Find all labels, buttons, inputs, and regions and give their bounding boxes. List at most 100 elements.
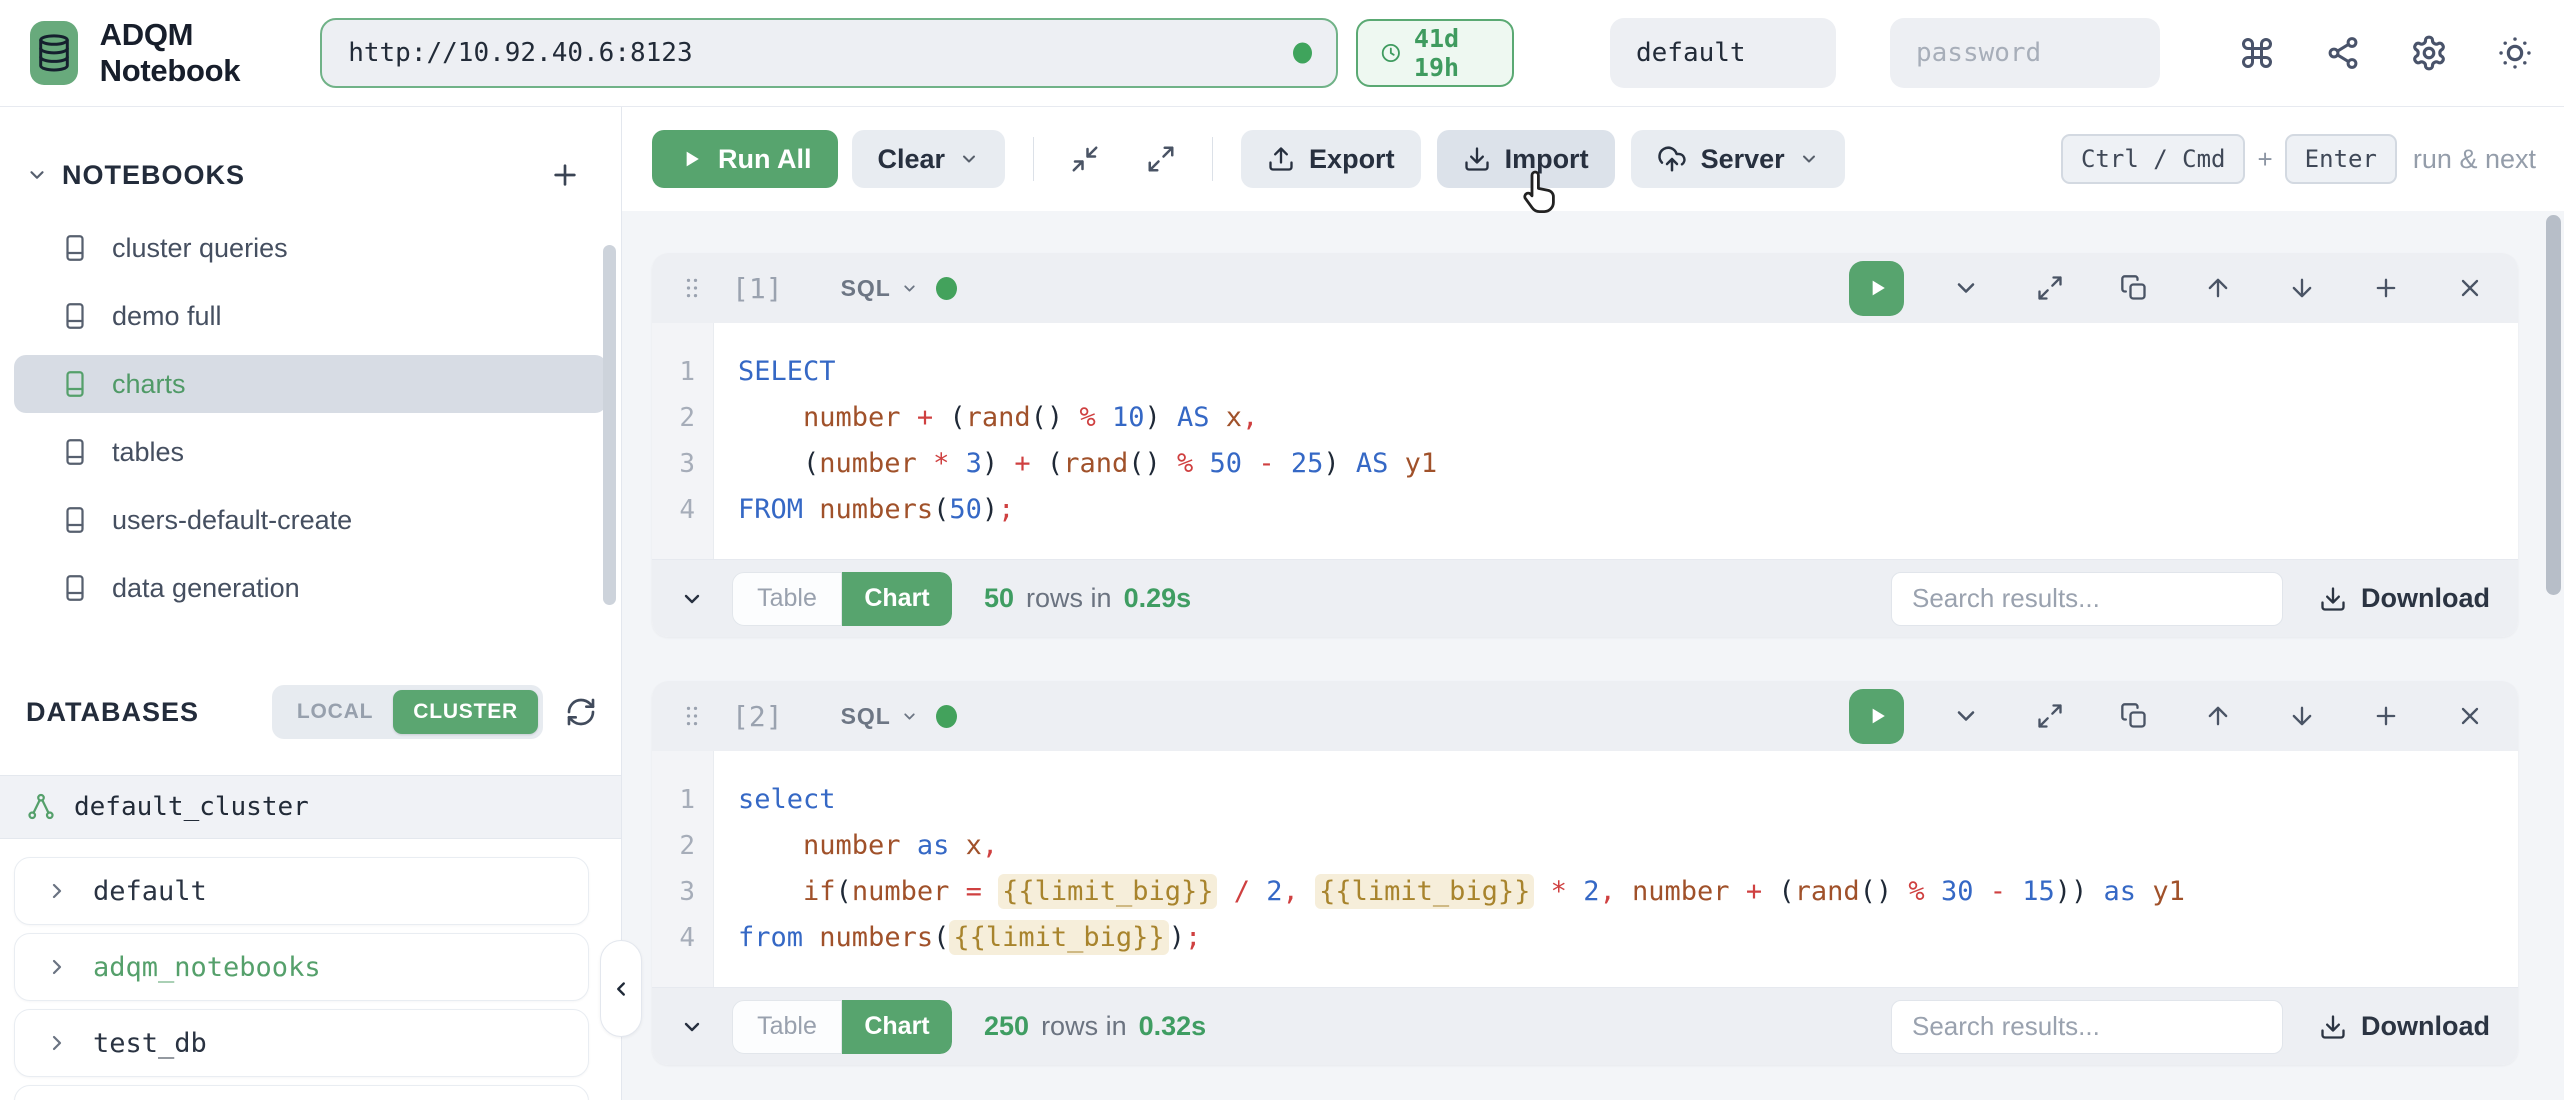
search-results-input[interactable]	[1891, 572, 2283, 626]
maximize-icon	[2036, 702, 2064, 730]
cell-fullscreen-button[interactable]	[2028, 694, 2072, 738]
add-cell-button[interactable]	[2364, 266, 2408, 310]
scope-cluster-option[interactable]: CLUSTER	[393, 690, 538, 734]
chevron-down-icon	[1952, 702, 1980, 730]
command-palette-button[interactable]	[2238, 34, 2276, 72]
chart-view-tab[interactable]: Chart	[842, 572, 952, 626]
database-label: default	[93, 876, 207, 907]
settings-button[interactable]	[2410, 34, 2448, 72]
command-icon	[2239, 35, 2275, 71]
line-number: 4	[652, 487, 695, 533]
server-button[interactable]: Server	[1631, 130, 1845, 188]
move-cell-up-button[interactable]	[2196, 694, 2240, 738]
databases-list: default adqm_notebooks test_db system	[0, 839, 621, 1100]
move-cell-up-button[interactable]	[2196, 266, 2240, 310]
database-item[interactable]: test_db	[14, 1009, 589, 1077]
cell-editor: 1234 select number as x, if(number = {{l…	[652, 751, 2518, 987]
database-item[interactable]: adqm_notebooks	[14, 933, 589, 1001]
notebook-label: charts	[112, 369, 186, 400]
notebook-icon	[60, 233, 90, 263]
sidebar-notebook-item[interactable]: tables	[14, 423, 607, 481]
add-notebook-button[interactable]	[549, 159, 581, 191]
sidebar-notebook-item[interactable]: demo full	[14, 287, 607, 345]
cell-collapse-button[interactable]	[1944, 694, 1988, 738]
code-editor[interactable]: select number as x, if(number = {{limit_…	[714, 751, 2518, 987]
run-cell-button[interactable]	[1849, 689, 1904, 744]
scope-local-option[interactable]: LOCAL	[277, 690, 393, 734]
plus-icon	[2372, 274, 2400, 302]
cell-language-label: SQL	[841, 275, 891, 302]
query-time: 0.32s	[1139, 1011, 1207, 1042]
result-meta: 250 rows in 0.32s	[984, 1011, 1206, 1042]
move-cell-down-button[interactable]	[2280, 694, 2324, 738]
username-input[interactable]	[1610, 18, 1836, 88]
refresh-databases-button[interactable]	[565, 696, 597, 728]
cell-language-selector[interactable]: SQL	[841, 275, 918, 302]
export-label: Export	[1309, 144, 1395, 175]
cell-actions	[1849, 689, 2492, 744]
connection-url-input[interactable]	[320, 18, 1338, 88]
book-icon	[60, 573, 90, 603]
cluster-row[interactable]: default_cluster	[0, 775, 621, 839]
expand-all-cells-button[interactable]	[1138, 136, 1184, 182]
code-editor[interactable]: SELECT number + (rand() % 10) AS x, (num…	[714, 323, 2518, 559]
expand-database-chevron[interactable]	[45, 879, 69, 903]
download-results-button[interactable]: Download	[2319, 1011, 2490, 1042]
search-results-input[interactable]	[1891, 1000, 2283, 1054]
drag-handle-icon[interactable]	[678, 274, 706, 302]
toolbar-divider	[1212, 137, 1213, 181]
delete-cell-button[interactable]	[2448, 266, 2492, 310]
share-button[interactable]	[2324, 34, 2362, 72]
database-item[interactable]: default	[14, 857, 589, 925]
uptime-value: 41d 19h	[1414, 24, 1490, 82]
expand-database-chevron[interactable]	[45, 955, 69, 979]
theme-toggle-button[interactable]	[2496, 34, 2534, 72]
chart-view-tab[interactable]: Chart	[842, 1000, 952, 1054]
clear-label: Clear	[878, 144, 946, 175]
expand-database-chevron[interactable]	[45, 1031, 69, 1055]
sidebar-notebook-item[interactable]: charts	[14, 355, 607, 413]
main-scrollbar[interactable]	[2546, 215, 2561, 595]
cluster-name: default_cluster	[74, 792, 309, 822]
notebook-toolbar: Run All Clear Export Impo	[622, 107, 2564, 211]
sidebar-notebook-item[interactable]: users-default-create	[14, 491, 607, 549]
notebook-cell: [1] SQL 1234 SELECT number + (rand() % 1…	[652, 253, 2518, 637]
collapse-results-button[interactable]	[680, 587, 704, 611]
cell-editor: 1234 SELECT number + (rand() % 10) AS x,…	[652, 323, 2518, 559]
table-view-tab[interactable]: Table	[732, 572, 842, 626]
close-icon	[2456, 702, 2484, 730]
password-input[interactable]	[1890, 18, 2160, 88]
cell-collapse-button[interactable]	[1944, 266, 1988, 310]
clock-icon	[1380, 38, 1402, 68]
sidebar-notebook-item[interactable]: cluster queries	[14, 219, 607, 277]
run-all-button[interactable]: Run All	[652, 130, 838, 188]
run-cell-button[interactable]	[1849, 261, 1904, 316]
clear-button[interactable]: Clear	[852, 130, 1006, 188]
delete-cell-button[interactable]	[2448, 694, 2492, 738]
sidebar-notebook-item[interactable]: data generation	[14, 559, 607, 617]
collapse-all-cells-button[interactable]	[1062, 136, 1108, 182]
chevron-down-icon	[959, 149, 979, 169]
duplicate-cell-button[interactable]	[2112, 266, 2156, 310]
move-cell-down-button[interactable]	[2280, 266, 2324, 310]
duplicate-cell-button[interactable]	[2112, 694, 2156, 738]
add-cell-button[interactable]	[2364, 694, 2408, 738]
chevron-down-icon	[901, 708, 918, 725]
export-button[interactable]: Export	[1241, 130, 1421, 188]
download-results-button[interactable]: Download	[2319, 583, 2490, 614]
table-view-tab[interactable]: Table	[732, 1000, 842, 1054]
cell-language-selector[interactable]: SQL	[841, 703, 918, 730]
collapse-results-button[interactable]	[680, 1015, 704, 1039]
import-button[interactable]: Import	[1437, 130, 1615, 188]
cell-fullscreen-button[interactable]	[2028, 266, 2072, 310]
databases-title: DATABASES	[26, 697, 199, 728]
sidebar-scrollbar[interactable]	[603, 245, 616, 605]
database-item[interactable]: system	[14, 1085, 589, 1100]
drag-handle-icon[interactable]	[678, 702, 706, 730]
chevron-down-icon	[1952, 274, 1980, 302]
sidebar-collapse-button[interactable]	[600, 940, 642, 1037]
notebooks-collapse-chevron[interactable]	[26, 164, 48, 186]
chevron-down-icon	[680, 1015, 704, 1039]
line-number: 2	[652, 395, 695, 441]
notebook-label: users-default-create	[112, 505, 352, 536]
